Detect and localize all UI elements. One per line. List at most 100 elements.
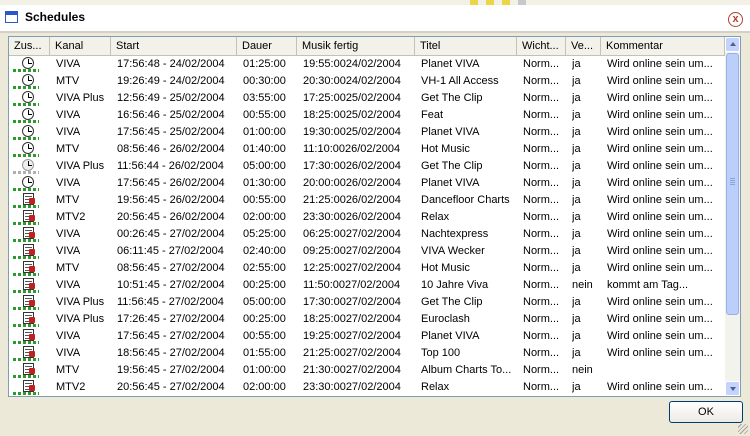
scroll-up-arrow-icon[interactable] [725,37,740,52]
table-row[interactable]: MTV2 20:56:45 - 27/02/2004 02:00:00 23:30:0… [9,379,725,396]
cell-published: ja [572,92,581,104]
resize-grip-icon[interactable] [738,424,748,434]
column-header-channel[interactable]: Kanal [50,37,111,55]
table-row[interactable]: VIVA 18:56:45 - 27/02/2004 01:55:00 21:25:0… [9,345,725,362]
cell-start: 17:56:45 - 25/02/2004 [117,126,225,138]
table-row[interactable]: VIVA Plus 17:26:45 - 27/02/2004 00:25:00 18… [9,311,725,328]
cell-priority: Norm... [523,177,560,189]
cell-priority: Norm... [523,245,560,257]
cell-published: ja [572,296,581,308]
table-row[interactable]: MTV 19:56:45 - 27/02/2004 01:00:00 21:30:00… [9,362,725,379]
cell-music-done: 12:25:0027/02/2004 [303,262,401,274]
column-header-duration[interactable]: Dauer [237,37,297,55]
cell-title: Hot Music [421,262,470,274]
table-row[interactable]: MTV 19:56:45 - 26/02/2004 00:55:00 21:25:00… [9,192,725,209]
cell-comment: Wird online sein um... [607,262,713,274]
table-row[interactable]: VIVA 17:56:48 - 24/02/2004 01:25:00 19:55:0… [9,56,725,73]
table-row[interactable]: VIVA Plus 12:56:49 - 25/02/2004 03:55:00 17… [9,90,725,107]
table-row[interactable]: MTV 08:56:46 - 26/02/2004 01:40:00 11:10:00… [9,141,725,158]
cell-comment: Wird online sein um... [607,381,713,393]
cell-title: Relax [421,381,450,393]
clock-icon [12,107,40,124]
cell-music-done: 21:30:0027/02/2004 [303,364,401,376]
cell-title: 10 Jahre Viva [421,279,489,291]
cell-music-done: 11:50:0027/02/2004 [303,279,401,291]
cell-comment: Wird online sein um... [607,177,713,189]
column-header-published[interactable]: Ve... [566,37,601,55]
cell-duration: 00:25:00 [243,279,286,291]
cell-music-done: 19:55:0024/02/2004 [303,58,401,70]
document-icon [12,260,40,277]
cell-duration: 00:55:00 [243,194,286,206]
cell-duration: 00:55:00 [243,330,286,342]
table-row[interactable]: VIVA Plus 11:56:44 - 26/02/2004 05:00:00 17… [9,158,725,175]
column-header-priority[interactable]: Wicht... [517,37,566,55]
vertical-scrollbar[interactable] [725,37,740,396]
cell-channel: VIVA [56,109,81,121]
cell-duration: 01:00:00 [243,364,286,376]
cell-duration: 02:55:00 [243,262,286,274]
cell-comment: Wird online sein um... [607,126,713,138]
list-rows: VIVA 17:56:48 - 24/02/2004 01:25:00 19:55:0… [9,56,725,396]
table-row[interactable]: MTV 19:26:49 - 24/02/2004 00:30:00 20:30:00… [9,73,725,90]
cell-priority: Norm... [523,109,560,121]
cell-duration: 01:40:00 [243,143,286,155]
table-row[interactable]: VIVA 16:56:46 - 25/02/2004 00:55:00 18:25:0… [9,107,725,124]
title-divider [0,31,750,33]
cell-published: ja [572,194,581,206]
cell-channel: VIVA [56,126,81,138]
schedules-list[interactable]: Zus... Kanal Start Dauer Musik fertig Titel Wi… [8,36,741,397]
close-button[interactable]: x [728,12,743,27]
cell-comment: Wird online sein um... [607,211,713,223]
cell-channel: MTV [56,262,80,274]
cell-music-done: 19:25:0027/02/2004 [303,330,401,342]
table-row[interactable]: VIVA 10:51:45 - 27/02/2004 00:25:00 11:50:0… [9,277,725,294]
cell-priority: Norm... [523,279,560,291]
cell-start: 08:56:45 - 27/02/2004 [117,262,225,274]
cell-duration: 01:30:00 [243,177,286,189]
column-header-status[interactable]: Zus... [9,37,50,55]
cell-music-done: 20:30:0024/02/2004 [303,75,401,87]
cell-duration: 02:00:00 [243,381,286,393]
table-row[interactable]: VIVA 06:11:45 - 27/02/2004 02:40:00 09:25:0… [9,243,725,260]
cell-comment: Wird online sein um... [607,347,713,359]
table-row[interactable]: VIVA 00:26:45 - 27/02/2004 05:25:00 06:25:0… [9,226,725,243]
table-row[interactable]: MTV2 20:56:45 - 26/02/2004 02:00:00 23:30:0… [9,209,725,226]
cell-music-done: 17:30:0027/02/2004 [303,296,401,308]
cell-published: ja [572,177,581,189]
scroll-down-arrow-icon[interactable] [725,381,740,396]
ok-button[interactable]: OK [669,401,743,423]
table-row[interactable]: VIVA 17:56:45 - 25/02/2004 01:00:00 19:30:0… [9,124,725,141]
cell-duration: 00:30:00 [243,75,286,87]
cell-title: Planet VIVA [421,58,480,70]
cell-published: ja [572,211,581,223]
cell-channel: VIVA [56,58,81,70]
cell-published: ja [572,347,581,359]
cell-title: Euroclash [421,313,470,325]
column-header-music-done[interactable]: Musik fertig [297,37,415,55]
cell-channel: VIVA Plus [56,92,105,104]
column-header-start[interactable]: Start [111,37,237,55]
table-row[interactable]: MTV 08:56:45 - 27/02/2004 02:55:00 12:25:00… [9,260,725,277]
cell-priority: Norm... [523,92,560,104]
cell-priority: Norm... [523,296,560,308]
table-row[interactable]: VIVA 17:56:45 - 27/02/2004 00:55:00 19:25:0… [9,328,725,345]
cell-channel: VIVA [56,330,81,342]
column-header-comment[interactable]: Kommentar [601,37,725,55]
cell-duration: 05:00:00 [243,296,286,308]
column-header-title[interactable]: Titel [415,37,517,55]
document-icon [12,379,40,396]
cell-priority: Norm... [523,194,560,206]
cell-comment: kommt am Tag... [607,279,689,291]
cell-published: ja [572,160,581,172]
table-row[interactable]: VIVA Plus 11:56:45 - 27/02/2004 05:00:00 17… [9,294,725,311]
table-row[interactable]: VIVA 17:56:45 - 26/02/2004 01:30:00 20:00:0… [9,175,725,192]
cell-channel: MTV [56,194,80,206]
scroll-thumb[interactable] [726,53,739,315]
cell-title: Get The Clip [421,92,483,104]
cell-priority: Norm... [523,330,560,342]
cell-channel: VIVA [56,177,81,189]
cell-music-done: 21:25:0026/02/2004 [303,194,401,206]
document-icon [12,328,40,345]
cell-duration: 03:55:00 [243,92,286,104]
